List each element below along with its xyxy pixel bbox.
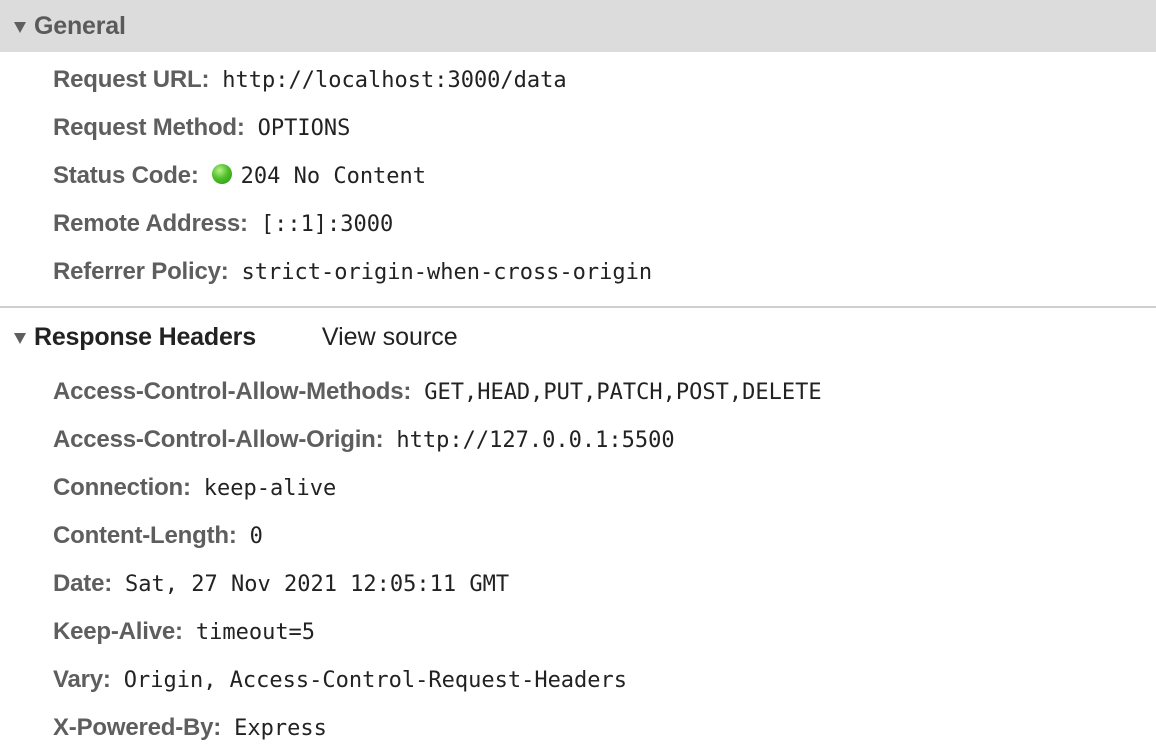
- header-value: Express: [234, 715, 327, 741]
- header-key: Vary:: [53, 666, 111, 693]
- header-key: Status Code:: [53, 162, 199, 189]
- header-key: Request URL:: [53, 66, 210, 93]
- green-status-dot-icon: [211, 164, 232, 184]
- header-key: X-Powered-By:: [53, 714, 222, 741]
- response-headers-section: Response Headers View source Access-Cont…: [0, 306, 1156, 752]
- header-value: keep-alive: [203, 475, 337, 501]
- header-row: Access-Control-Allow-Methods: GET,HEAD,P…: [53, 368, 1156, 416]
- header-key: Request Method:: [53, 114, 245, 141]
- header-value: Sat, 27 Nov 2021 12:05:11 GMT: [125, 571, 510, 597]
- header-row: Access-Control-Allow-Origin: http://127.…: [53, 416, 1156, 464]
- header-key: Referrer Policy:: [53, 258, 229, 285]
- header-key: Keep-Alive:: [53, 618, 183, 645]
- header-value: 204 No Content: [240, 163, 427, 189]
- general-section-header[interactable]: General: [0, 0, 1156, 52]
- view-source-link[interactable]: View source: [322, 323, 458, 352]
- header-row: Request URL: http://localhost:3000/data: [53, 56, 1156, 104]
- section-title: General: [34, 11, 126, 40]
- header-value: 0: [249, 523, 263, 549]
- header-row: Content-Length: 0: [53, 512, 1156, 560]
- header-value: Origin, Access-Control-Request-Headers: [123, 667, 628, 693]
- header-row: Keep-Alive: timeout=5: [53, 608, 1156, 656]
- header-value: http://127.0.0.1:5500: [396, 427, 675, 453]
- header-row: X-Powered-By: Express: [53, 704, 1156, 752]
- header-value: strict-origin-when-cross-origin: [241, 259, 653, 285]
- header-key: Connection:: [53, 474, 191, 501]
- header-row: Referrer Policy: strict-origin-when-cros…: [53, 248, 1156, 296]
- triangle-down-icon[interactable]: [14, 21, 26, 33]
- triangle-down-icon[interactable]: [14, 332, 26, 344]
- header-row: Vary: Origin, Access-Control-Request-Hea…: [53, 656, 1156, 704]
- response-headers-section-header[interactable]: Response Headers View source: [0, 306, 1156, 366]
- header-key: Access-Control-Allow-Methods:: [53, 378, 412, 405]
- header-key: Date:: [53, 570, 113, 597]
- header-row: Date: Sat, 27 Nov 2021 12:05:11 GMT: [53, 560, 1156, 608]
- header-row: Connection: keep-alive: [53, 464, 1156, 512]
- header-key: Access-Control-Allow-Origin:: [53, 426, 384, 453]
- header-value: [::1]:3000: [260, 211, 394, 237]
- header-key: Content-Length:: [53, 522, 237, 549]
- header-value: GET,HEAD,PUT,PATCH,POST,DELETE: [424, 379, 822, 405]
- header-row: Request Method: OPTIONS: [53, 104, 1156, 152]
- general-section: General Request URL: http://localhost:30…: [0, 0, 1156, 296]
- header-row: Remote Address: [::1]:3000: [53, 200, 1156, 248]
- general-rows: Request URL: http://localhost:3000/data …: [0, 52, 1156, 296]
- header-value: timeout=5: [195, 619, 316, 645]
- section-title: Response Headers: [34, 322, 256, 351]
- header-value: OPTIONS: [257, 115, 351, 141]
- header-value: http://localhost:3000/data: [222, 67, 567, 93]
- header-row: Status Code: 204 No Content: [53, 152, 1156, 200]
- header-key: Remote Address:: [53, 210, 248, 237]
- response-header-rows: Access-Control-Allow-Methods: GET,HEAD,P…: [0, 366, 1156, 752]
